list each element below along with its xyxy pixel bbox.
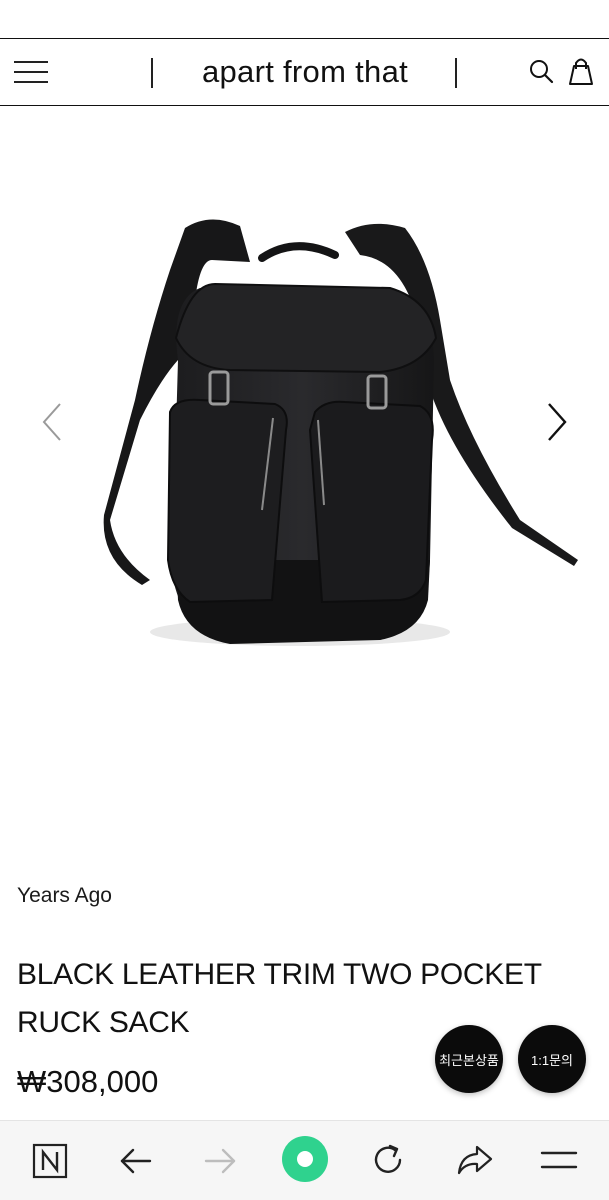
forward-arrow-icon[interactable] xyxy=(202,1145,238,1177)
product-price: ₩308,000 xyxy=(17,1064,159,1099)
backpack-image xyxy=(103,219,578,646)
shopping-bag-icon[interactable] xyxy=(567,55,595,87)
share-icon[interactable] xyxy=(455,1143,495,1177)
next-image-arrow[interactable] xyxy=(541,400,571,444)
browser-menu-icon[interactable] xyxy=(540,1147,578,1175)
browser-bottom-bar xyxy=(0,1120,609,1200)
green-home-icon[interactable] xyxy=(281,1135,329,1183)
header-divider-right xyxy=(455,58,457,88)
naver-home-icon[interactable] xyxy=(32,1143,68,1179)
reload-icon[interactable] xyxy=(370,1141,408,1179)
back-arrow-icon[interactable] xyxy=(118,1145,154,1177)
product-brand[interactable]: Years Ago xyxy=(17,884,112,908)
site-header: apart from that xyxy=(0,38,609,106)
recent-products-label: 최근본상품 xyxy=(439,1052,499,1068)
inquiry-label: 1:1문의 xyxy=(531,1052,573,1068)
search-icon[interactable] xyxy=(527,57,555,85)
recent-products-button[interactable]: 최근본상품 xyxy=(435,1025,503,1093)
product-title: BLACK LEATHER TRIM TWO POCKET RUCK SACK xyxy=(17,958,542,1039)
menu-icon[interactable] xyxy=(14,61,48,85)
product-image[interactable] xyxy=(0,108,609,868)
inquiry-button[interactable]: 1:1문의 xyxy=(518,1025,586,1093)
previous-image-arrow[interactable] xyxy=(38,400,68,444)
header-divider-left xyxy=(151,58,153,88)
site-logo[interactable]: apart from that xyxy=(160,53,450,91)
